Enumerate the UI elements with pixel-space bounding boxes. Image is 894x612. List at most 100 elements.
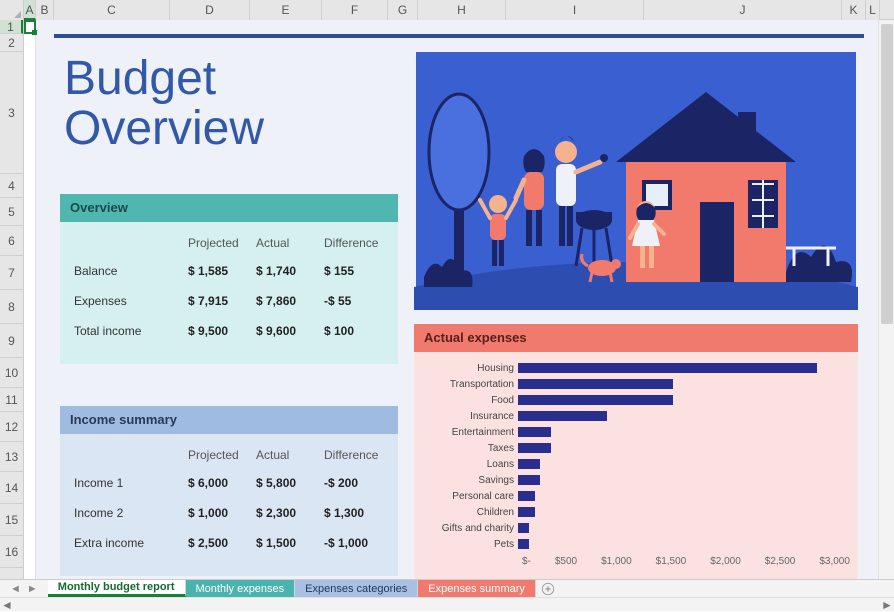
row-label: Income 2 <box>70 498 184 528</box>
chart-row: Transportation <box>422 376 850 392</box>
chart-category-label: Loans <box>422 459 518 470</box>
chart-bar <box>518 395 673 405</box>
chart-category-label: Children <box>422 507 518 518</box>
row-header-11[interactable]: 11 <box>0 388 23 412</box>
chart-tick-label: $2,000 <box>710 556 741 567</box>
table-row: Total income$ 9,500$ 9,600$ 100 <box>70 316 388 346</box>
table-header <box>70 230 184 256</box>
row-header-7[interactable]: 7 <box>0 256 23 290</box>
row-header-14[interactable]: 14 <box>0 472 23 504</box>
chart-row: Taxes <box>422 440 850 456</box>
column-header-H[interactable]: H <box>418 0 506 20</box>
row-header-12[interactable]: 12 <box>0 412 23 442</box>
table-header: Actual <box>252 230 320 256</box>
chart-category-label: Savings <box>422 475 518 486</box>
cell-actual: $ 7,860 <box>252 286 320 316</box>
cell-difference: $ 155 <box>320 256 388 286</box>
chart-bar <box>518 379 673 389</box>
chart-bar <box>518 491 535 501</box>
row-header-8[interactable]: 8 <box>0 290 23 324</box>
row-header-9[interactable]: 9 <box>0 324 23 358</box>
sheet-tab[interactable]: Monthly expenses <box>186 580 296 597</box>
vertical-scroll-thumb[interactable] <box>881 24 893 324</box>
chart-bar <box>518 427 551 437</box>
row-header-2[interactable]: 2 <box>0 34 23 52</box>
cell-projected: $ 6,000 <box>184 468 252 498</box>
chart-category-label: Gifts and charity <box>422 523 518 534</box>
income-table: ProjectedActualDifference Income 1$ 6,00… <box>70 442 388 558</box>
tab-nav-buttons[interactable]: ◄ ► <box>0 580 48 597</box>
tab-nav-next-icon[interactable]: ► <box>27 583 38 595</box>
row-header-16[interactable]: 16 <box>0 536 23 568</box>
select-all-corner[interactable] <box>0 0 24 20</box>
hero-illustration <box>414 52 858 310</box>
table-row: Income 1$ 6,000$ 5,800-$ 200 <box>70 468 388 498</box>
column-header-B[interactable]: B <box>36 0 54 20</box>
cell-projected: $ 9,500 <box>184 316 252 346</box>
chart-bar <box>518 411 607 421</box>
sheet-tab[interactable]: Monthly budget report <box>48 580 186 597</box>
row-header-4[interactable]: 4 <box>0 174 23 198</box>
sheet-tab[interactable]: Expenses summary <box>418 580 536 597</box>
budget-report-card: Budget Overview Overview ProjectedActual… <box>54 34 864 579</box>
worksheet-area[interactable]: Budget Overview Overview ProjectedActual… <box>24 20 878 579</box>
column-header-E[interactable]: E <box>250 0 322 20</box>
column-header-F[interactable]: F <box>322 0 388 20</box>
column-headers: ABCDEFGHIJKL <box>0 0 894 20</box>
chart-row: Gifts and charity <box>422 520 850 536</box>
title-line-2: Overview <box>64 102 264 155</box>
row-header-3[interactable]: 3 <box>0 52 23 174</box>
scroll-right-icon[interactable]: ► <box>880 598 894 612</box>
sheet-tab-bar: ◄ ► Monthly budget reportMonthly expense… <box>0 579 894 597</box>
chart-tick-label: $1,000 <box>601 556 632 567</box>
title-line-1: Budget <box>64 52 216 105</box>
cell-actual: $ 2,300 <box>252 498 320 528</box>
cell-difference: -$ 1,000 <box>320 528 388 558</box>
chart-category-label: Entertainment <box>422 427 518 438</box>
column-header-G[interactable]: G <box>388 0 418 20</box>
row-label: Total income <box>70 316 184 346</box>
column-header-K[interactable]: K <box>842 0 866 20</box>
row-header-5[interactable]: 5 <box>0 198 23 226</box>
row-header-13[interactable]: 13 <box>0 442 23 472</box>
column-header-I[interactable]: I <box>506 0 644 20</box>
scroll-left-icon[interactable]: ◄ <box>0 598 14 612</box>
table-row: Expenses$ 7,915$ 7,860-$ 55 <box>70 286 388 316</box>
chart-row: Children <box>422 504 850 520</box>
column-header-J[interactable]: J <box>644 0 842 20</box>
chart-tick-label: $- <box>522 556 531 567</box>
column-header-L[interactable]: L <box>866 0 880 20</box>
cell-difference: $ 100 <box>320 316 388 346</box>
chart-row: Housing <box>422 360 850 376</box>
table-header: Projected <box>184 442 252 468</box>
cell-actual: $ 5,800 <box>252 468 320 498</box>
row-header-15[interactable]: 15 <box>0 504 23 536</box>
chart-bar <box>518 523 529 533</box>
column-header-C[interactable]: C <box>54 0 170 20</box>
chart-category-label: Personal care <box>422 491 518 502</box>
expenses-bar-chart: HousingTransportation Food Insurance Entert… <box>422 360 850 573</box>
chart-category-label: Food <box>422 395 518 406</box>
sheet-tab[interactable]: Expenses categories <box>295 580 418 597</box>
tab-nav-prev-icon[interactable]: ◄ <box>10 583 21 595</box>
chart-x-axis: $-$500$1,000$1,500$2,000$2,500$3,000 <box>522 552 850 567</box>
table-header: Difference <box>320 442 388 468</box>
active-cell[interactable] <box>24 20 36 34</box>
add-sheet-button[interactable] <box>536 580 560 597</box>
chart-bar <box>518 539 529 549</box>
row-header-10[interactable]: 10 <box>0 358 23 388</box>
expenses-panel: Actual expenses HousingTransportationFoo… <box>414 324 858 579</box>
column-header-D[interactable]: D <box>170 0 250 20</box>
horizontal-scrollbar[interactable]: ◄ ► <box>0 597 894 611</box>
row-header-1[interactable]: 1 <box>0 20 23 34</box>
row-header-6[interactable]: 6 <box>0 226 23 256</box>
chart-bar <box>518 443 551 453</box>
horizontal-scroll-track[interactable] <box>28 599 866 611</box>
chart-category-label: Insurance <box>422 411 518 422</box>
chart-tick-label: $500 <box>555 556 577 567</box>
chart-row: Entertainment <box>422 424 850 440</box>
table-row: Income 2$ 1,000$ 2,300$ 1,300 <box>70 498 388 528</box>
column-header-A[interactable]: A <box>24 0 36 20</box>
vertical-scrollbar[interactable] <box>878 20 894 579</box>
chart-bar <box>518 363 817 373</box>
